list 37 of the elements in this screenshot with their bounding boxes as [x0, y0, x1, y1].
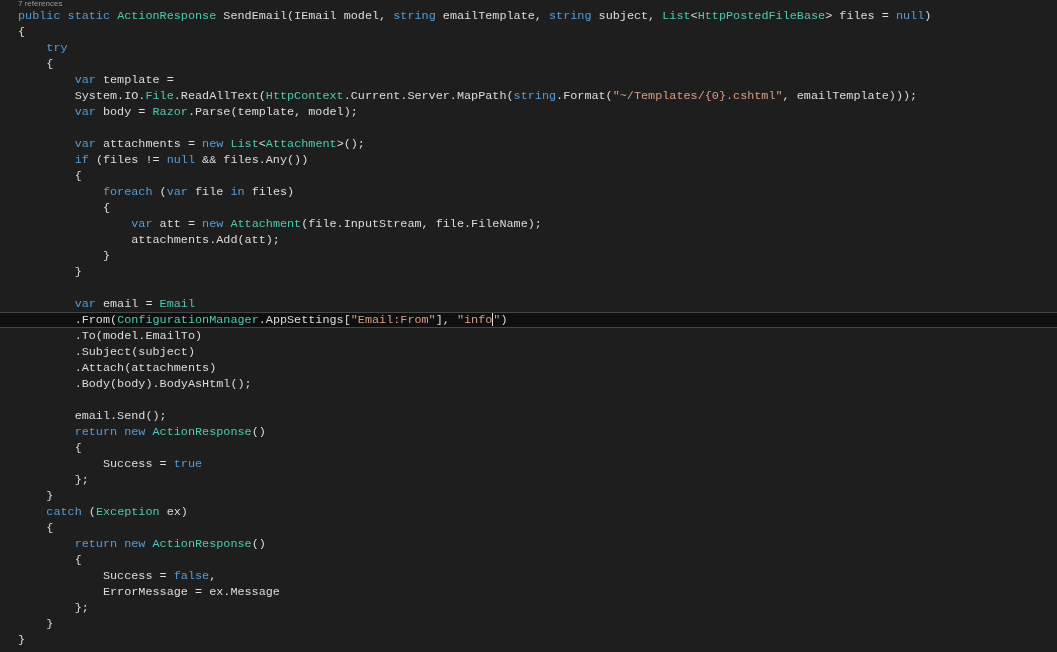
code-line: {	[73, 552, 83, 568]
code-line: }	[101, 248, 112, 264]
code-line: };	[73, 600, 90, 616]
code-line: {	[101, 200, 112, 216]
references-link[interactable]: 7 references	[18, 0, 63, 8]
code-line: System.IO.File.ReadAllText(HttpContext.Current.Server.MapPath(string.Format("~/Templates/{0}.cshtml", emailTemplate)));	[73, 88, 919, 104]
code-line: {	[73, 440, 83, 456]
code-line: {	[17, 24, 27, 40]
code-line: .Body(body).BodyAsHtml();	[73, 376, 253, 392]
code-line: .Attach(attachments)	[73, 360, 218, 376]
code-line: .To(model.EmailTo)	[73, 328, 204, 344]
code-line: .Subject(subject)	[73, 344, 196, 360]
code-line: }	[73, 264, 83, 280]
code-line: return new ActionResponse()	[73, 536, 267, 552]
code-line: var template =	[73, 72, 175, 88]
code-line: {	[45, 520, 55, 536]
code-line: attachments.Add(att);	[130, 232, 281, 248]
code-line: {	[45, 56, 55, 72]
code-line: catch (Exception ex)	[45, 504, 189, 520]
code-line: return new ActionResponse()	[73, 424, 267, 440]
code-line: var email = Email	[73, 296, 196, 312]
code-line: }	[17, 632, 27, 648]
code-line: var body = Razor.Parse(template, model);	[73, 104, 359, 120]
code-line: }	[45, 488, 55, 504]
code-line: var att = new Attachment(file.InputStream, file.FileName);	[130, 216, 543, 232]
code-line: ErrorMessage = ex.Message	[101, 584, 281, 600]
code-line: };	[73, 472, 90, 488]
code-line: email.Send();	[73, 408, 168, 424]
code-line: public static ActionResponse SendEmail(IEmail model, string emailTemplate, string subject, List<HttpPostedFileBase> files = null)	[17, 8, 933, 24]
code-line: if (files != null && files.Any())	[73, 152, 310, 168]
code-line: foreach (var file in files)	[101, 184, 296, 200]
code-line: try	[45, 40, 69, 56]
code-line: }	[45, 616, 55, 632]
code-line: {	[73, 168, 83, 184]
code-line: Success = false,	[101, 568, 218, 584]
code-line: Success = true	[101, 456, 204, 472]
code-line: var attachments = new List<Attachment>();	[73, 136, 366, 152]
